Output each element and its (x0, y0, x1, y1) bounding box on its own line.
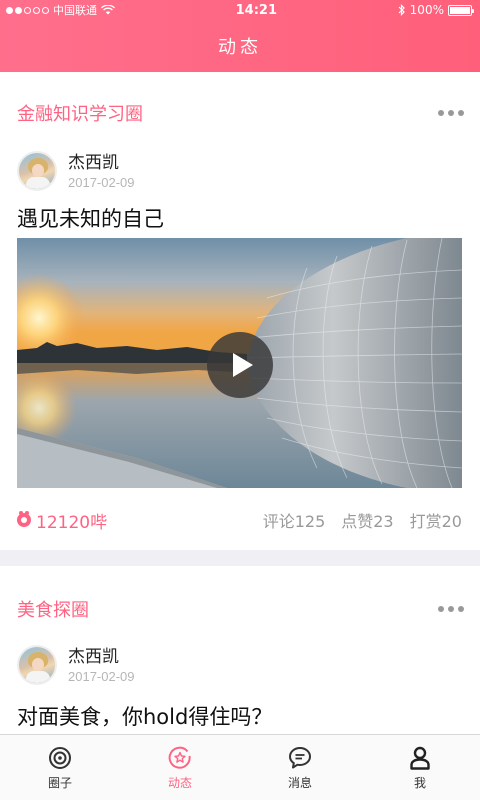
post-date: 2017-02-09 (68, 174, 135, 190)
battery-percent: 100% (409, 3, 444, 17)
profile-icon (410, 746, 430, 770)
post-actions: 评论125 点赞23 打赏20 (263, 508, 462, 532)
tab-circles[interactable]: 圈子 (0, 735, 120, 800)
header: 中国联通 14:21 100% 动态 (0, 0, 480, 72)
bluetooth-icon (398, 4, 405, 16)
play-button[interactable] (207, 332, 273, 398)
coin-count: 12120哔 (17, 508, 107, 533)
signal-icon (6, 6, 49, 14)
coin-value: 12120哔 (36, 512, 108, 533)
comment-button[interactable]: 评论125 (263, 508, 326, 532)
status-left: 中国联通 (6, 2, 115, 18)
post-stats: 12120哔 评论125 点赞23 打赏20 (17, 508, 462, 533)
more-options-icon[interactable] (438, 110, 464, 116)
tab-feed[interactable]: 动态 (120, 735, 240, 800)
avatar[interactable] (17, 645, 57, 685)
circle-icon (49, 746, 71, 769)
app-screen: 中国联通 14:21 100% 动态 金融知识学习圈 杰西凯 2017-02-0… (0, 0, 480, 800)
status-bar: 中国联通 14:21 100% (0, 0, 480, 20)
circle-name[interactable]: 美食探圈 (17, 596, 89, 622)
tab-me[interactable]: 我 (360, 735, 480, 800)
circle-name[interactable]: 金融知识学习圈 (17, 100, 143, 126)
author-name[interactable]: 杰西凯 (68, 152, 135, 174)
tab-label: 圈子 (47, 775, 72, 790)
status-right: 100% (398, 3, 474, 17)
post-title[interactable]: 遇见未知的自己 (17, 203, 164, 233)
circle-header: 金融知识学习圈 (17, 95, 464, 131)
reward-button[interactable]: 打赏20 (410, 508, 462, 532)
play-icon (232, 353, 253, 377)
like-button[interactable]: 点赞23 (341, 508, 393, 532)
battery-icon (447, 4, 474, 16)
avatar[interactable] (17, 151, 57, 191)
tab-bar: 圈子 动态 消息 我 (0, 734, 480, 800)
post-card[interactable]: 美食探圈 杰西凯 2017-02-09 对面美食，你hold得住吗？ (0, 566, 480, 764)
tab-label: 消息 (287, 775, 312, 790)
post-title[interactable]: 对面美食，你hold得住吗？ (17, 701, 272, 731)
wifi-icon (101, 5, 115, 15)
page-title: 动态 (218, 37, 262, 58)
coin-icon (17, 511, 31, 527)
message-icon (289, 746, 311, 768)
feed-star-icon (168, 746, 191, 769)
circle-header: 美食探圈 (17, 591, 464, 627)
carrier-label: 中国联通 (53, 4, 97, 17)
status-time: 14:21 (235, 2, 278, 18)
tab-messages[interactable]: 消息 (240, 735, 360, 800)
tab-label: 动态 (167, 775, 192, 790)
post-date: 2017-02-09 (68, 668, 135, 684)
tab-label: 我 (413, 775, 426, 790)
author-info: 杰西凯 2017-02-09 (17, 149, 135, 193)
author-info: 杰西凯 2017-02-09 (17, 643, 135, 687)
post-card[interactable]: 金融知识学习圈 杰西凯 2017-02-09 遇见未知的自己 12120哔 评论… (0, 72, 480, 550)
more-options-icon[interactable] (438, 606, 464, 612)
author-name[interactable]: 杰西凯 (68, 646, 135, 668)
video-thumbnail[interactable] (17, 238, 462, 488)
